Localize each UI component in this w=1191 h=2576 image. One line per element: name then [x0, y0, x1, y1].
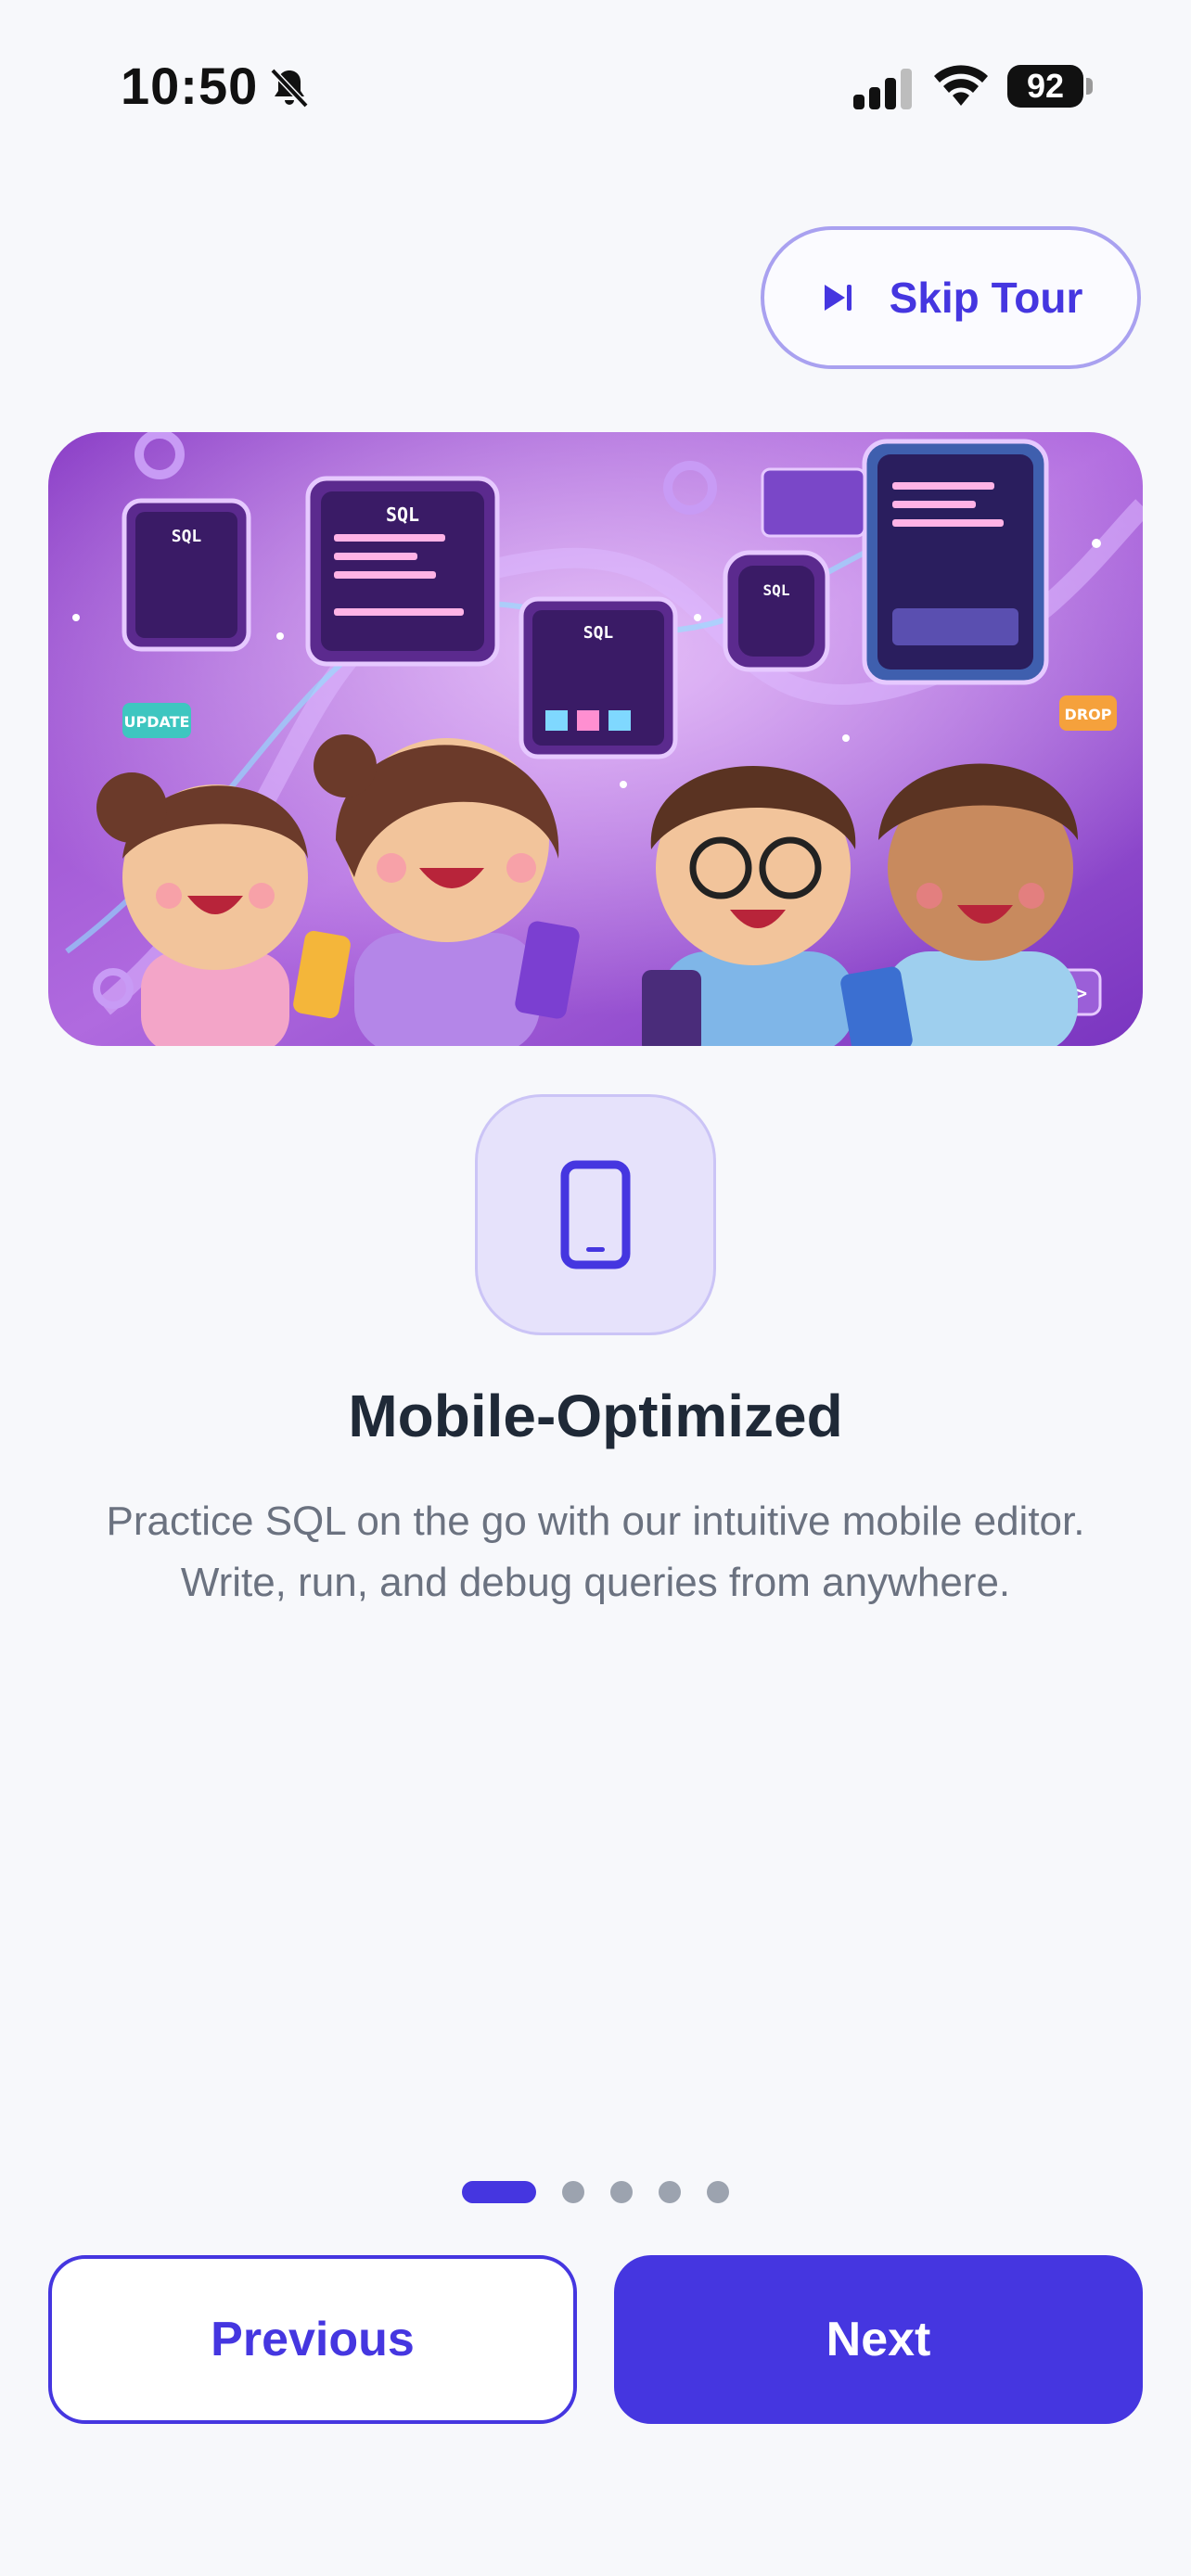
pagination-dot-3[interactable] — [610, 2181, 633, 2203]
feature-title: Mobile-Optimized — [348, 1383, 843, 1449]
update-badge: UPDATE — [122, 703, 191, 738]
hero-label-drop: DROP — [1065, 706, 1112, 723]
wifi-icon — [934, 65, 988, 106]
illustration-kids-with-phones-sql: SQL SQL SQL SQL UPDATE DROP — [48, 432, 1143, 1046]
floating-grid-card — [761, 467, 866, 538]
floating-tablet-left: SQL — [122, 498, 251, 652]
smartphone-icon — [560, 1160, 631, 1269]
pagination-dots — [0, 2181, 1191, 2203]
battery-icon: 92 — [1007, 65, 1083, 108]
cellular-signal-icon — [853, 69, 912, 109]
skip-tour-label: Skip Tour — [889, 274, 1083, 322]
status-time: 10:50 — [121, 57, 259, 115]
next-button-label: Next — [826, 2313, 931, 2366]
onboarding-screen: 10:50 92 Skip Tour SQL SQL SQL SQL UPDAT… — [0, 0, 1191, 2576]
pagination-dot-2[interactable] — [562, 2181, 584, 2203]
kid-3 — [642, 766, 856, 1046]
battery-tip — [1086, 78, 1093, 95]
feature-icon-container — [475, 1094, 716, 1335]
floating-phone-center: SQL — [519, 596, 678, 759]
bell-slash-icon — [270, 68, 309, 108]
hero-label-sql-2: SQL — [386, 504, 419, 526]
next-button[interactable]: Next — [614, 2255, 1143, 2424]
pagination-dot-5[interactable] — [707, 2181, 729, 2203]
hero-label-sql-1: SQL — [172, 527, 202, 546]
hero-label-sql-3: SQL — [583, 623, 614, 643]
pagination-dot-1[interactable] — [462, 2181, 536, 2203]
floating-watch: SQL — [723, 550, 830, 672]
skip-forward-icon — [824, 285, 852, 311]
feature-description: Practice SQL on the go with our intuitiv… — [106, 1498, 1085, 1605]
status-bar: 10:50 92 — [0, 0, 1191, 176]
battery-level: 92 — [1026, 67, 1065, 105]
floating-tablet-center-left: SQL — [305, 476, 500, 667]
hero-label-update: UPDATE — [124, 713, 190, 731]
pagination-dot-4[interactable] — [659, 2181, 681, 2203]
floating-tablet-right — [862, 439, 1049, 685]
skip-tour-button[interactable]: Skip Tour — [761, 226, 1141, 369]
drop-badge: DROP — [1059, 695, 1117, 731]
hero-illustration: SQL SQL SQL SQL UPDATE DROP — [48, 432, 1143, 1046]
hero-label-sql-4: SQL — [763, 581, 790, 599]
previous-button[interactable]: Previous — [48, 2255, 577, 2424]
previous-button-label: Previous — [211, 2313, 415, 2366]
